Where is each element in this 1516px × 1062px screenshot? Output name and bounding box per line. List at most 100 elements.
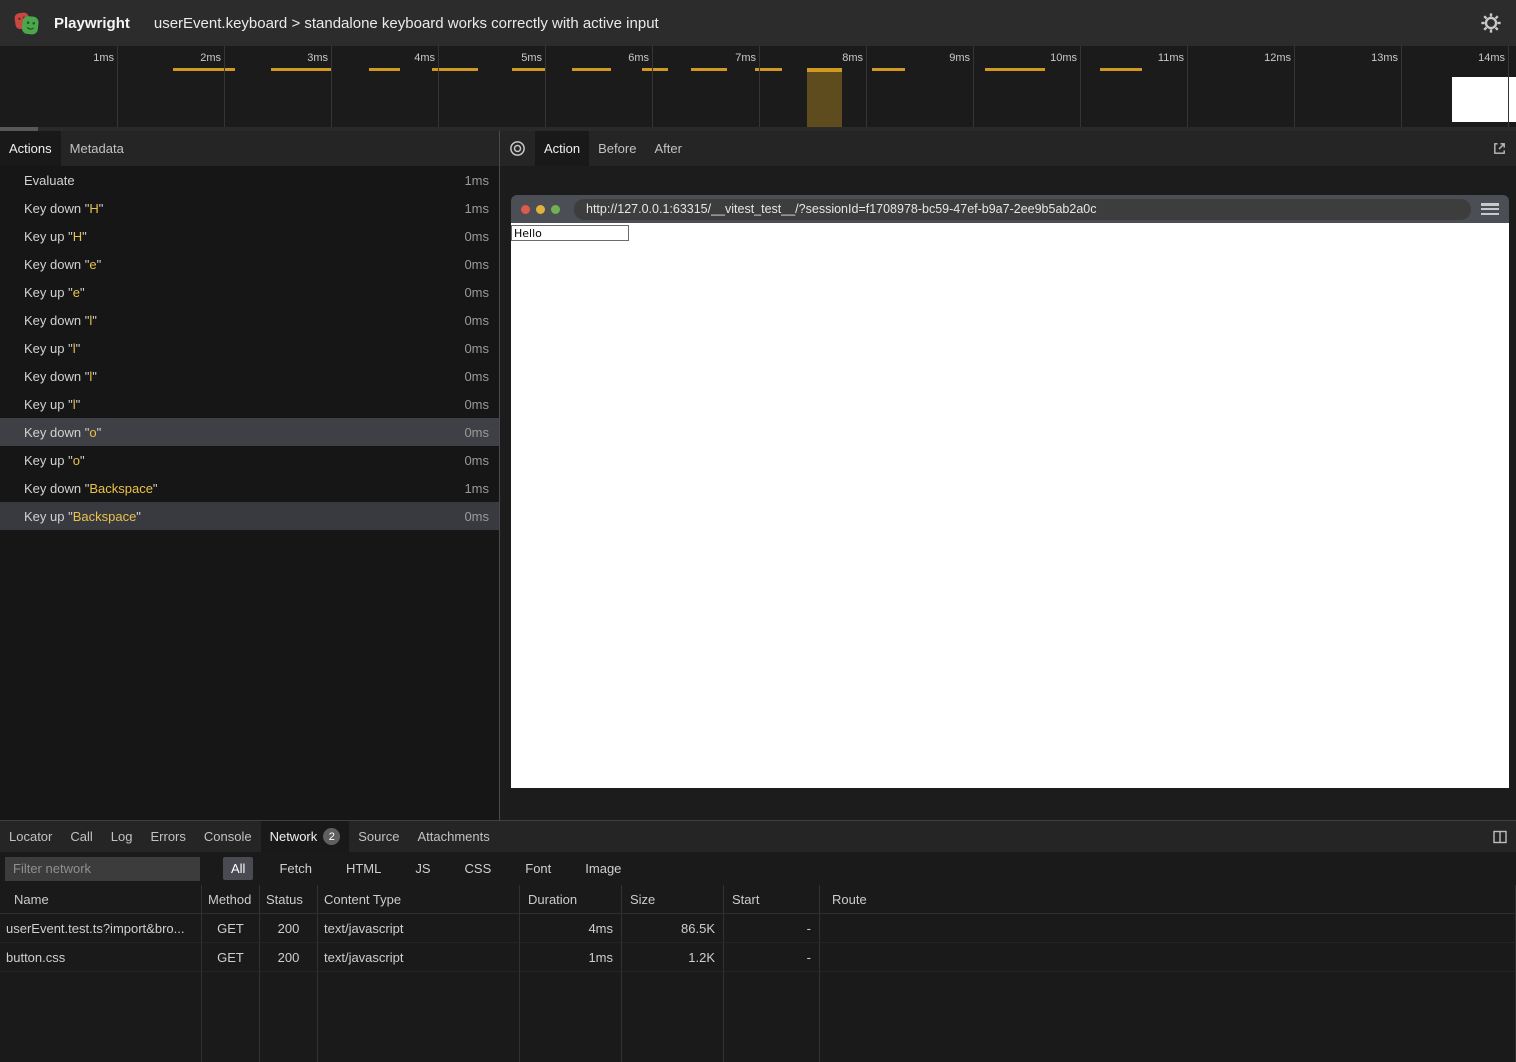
timeline-selected-action-bar	[807, 68, 842, 129]
timeline-gridline	[759, 46, 760, 127]
column-header[interactable]: Status	[260, 885, 318, 914]
chip-font[interactable]: Font	[517, 857, 559, 880]
network-count-badge: 2	[323, 828, 340, 845]
settings-gear-icon[interactable]	[1480, 11, 1504, 35]
tab-action[interactable]: Action	[535, 131, 589, 166]
column-header[interactable]: Duration	[520, 885, 622, 914]
timeline-gridline	[652, 46, 653, 127]
action-row[interactable]: Key up "o"0ms	[0, 446, 499, 474]
timeline-gridline	[1080, 46, 1081, 127]
column-header[interactable]: Name	[0, 885, 202, 914]
timeline-action-marker	[572, 68, 611, 71]
action-duration: 0ms	[464, 453, 489, 468]
table-row-cell[interactable]: -	[724, 943, 820, 972]
action-row[interactable]: Key up "l"0ms	[0, 334, 499, 362]
tab-actions[interactable]: Actions	[0, 131, 61, 166]
action-row[interactable]: Key down "e"0ms	[0, 250, 499, 278]
timeline-tick-label: 10ms	[1019, 52, 1077, 64]
table-row-cell[interactable]: userEvent.test.ts?import&bro...	[0, 914, 202, 943]
tab-metadata[interactable]: Metadata	[61, 131, 133, 166]
table-row-cell[interactable]	[820, 914, 1516, 943]
table-row-cell[interactable]: 1ms	[520, 943, 622, 972]
timeline-gridline	[438, 46, 439, 127]
tab-before[interactable]: Before	[589, 131, 645, 166]
action-row[interactable]: Evaluate1ms	[0, 166, 499, 194]
table-row-cell[interactable]: text/javascript	[318, 943, 520, 972]
table-row-cell[interactable]: GET	[202, 943, 260, 972]
timeline-action-marker	[271, 68, 332, 71]
playwright-logo	[12, 8, 42, 38]
app-name: Playwright	[54, 15, 130, 32]
timeline-action-marker	[1100, 68, 1142, 71]
timeline-tick-label: 13ms	[1340, 52, 1398, 64]
column-header[interactable]: Content Type	[318, 885, 520, 914]
open-snapshot-external-icon[interactable]	[1483, 131, 1516, 166]
action-duration: 0ms	[464, 229, 489, 244]
toggle-columns-icon[interactable]	[1484, 821, 1516, 852]
table-row-cell[interactable]: 200	[260, 943, 318, 972]
pick-locator-target-icon[interactable]	[500, 131, 535, 166]
action-row-hovered[interactable]: Key down "o"0ms	[0, 418, 499, 446]
action-row[interactable]: Key up "e"0ms	[0, 278, 499, 306]
action-row[interactable]: Key down "H"1ms	[0, 194, 499, 222]
action-duration: 0ms	[464, 369, 489, 384]
column-header[interactable]: Route	[820, 885, 1516, 914]
action-row-selected[interactable]: Key up "Backspace"0ms	[0, 502, 499, 530]
timeline-tick-label: 9ms	[912, 52, 970, 64]
table-row-cell[interactable]: -	[724, 914, 820, 943]
table-row-cell[interactable]	[820, 943, 1516, 972]
action-duration: 0ms	[464, 285, 489, 300]
action-row[interactable]: Key down "Backspace"1ms	[0, 474, 499, 502]
bottom-tabbar: Locator Call Log Errors Console Network …	[0, 821, 1516, 852]
tab-log[interactable]: Log	[102, 821, 142, 852]
tab-console[interactable]: Console	[195, 821, 261, 852]
tab-locator[interactable]: Locator	[0, 821, 61, 852]
tab-call[interactable]: Call	[61, 821, 101, 852]
browser-menu-icon[interactable]	[1481, 203, 1499, 215]
timeline-tick-label: 1ms	[56, 52, 114, 64]
action-row[interactable]: Key down "l"0ms	[0, 306, 499, 334]
tab-source[interactable]: Source	[349, 821, 408, 852]
tab-after[interactable]: After	[645, 131, 690, 166]
timeline-gridline	[117, 46, 118, 127]
hello-input[interactable]	[511, 225, 629, 241]
action-duration: 0ms	[464, 313, 489, 328]
timeline-tick-label: 8ms	[805, 52, 863, 64]
tab-errors[interactable]: Errors	[141, 821, 194, 852]
column-header[interactable]: Start	[724, 885, 820, 914]
timeline-action-marker	[512, 68, 545, 71]
chip-js[interactable]: JS	[407, 857, 438, 880]
chip-fetch[interactable]: Fetch	[271, 857, 320, 880]
actions-panel: Actions Metadata Evaluate1ms Key down "H…	[0, 131, 500, 820]
network-filter-chips: All Fetch HTML JS CSS Font Image	[214, 857, 638, 880]
timeline-tick-label: 11ms	[1126, 52, 1184, 64]
action-list: Evaluate1ms Key down "H"1ms Key up "H"0m…	[0, 166, 499, 820]
network-table: Name Method Status Content Type Duration…	[0, 885, 1516, 1062]
timeline-tick-label: 5ms	[484, 52, 542, 64]
table-row-cell[interactable]: 86.5K	[622, 914, 724, 943]
table-row-cell[interactable]: GET	[202, 914, 260, 943]
chip-html[interactable]: HTML	[338, 857, 389, 880]
timeline-gridline	[1187, 46, 1188, 127]
column-header[interactable]: Size	[622, 885, 724, 914]
table-row-cell[interactable]: 200	[260, 914, 318, 943]
timeline-action-marker	[369, 68, 400, 71]
timeline[interactable]: 14ms13ms12ms11ms10ms9ms8ms7ms6ms5ms4ms3m…	[0, 46, 1516, 131]
action-duration: 0ms	[464, 397, 489, 412]
chip-image[interactable]: Image	[577, 857, 629, 880]
table-row-cell[interactable]: 1.2K	[622, 943, 724, 972]
chip-css[interactable]: CSS	[457, 857, 500, 880]
action-duration: 0ms	[464, 425, 489, 440]
action-row[interactable]: Key up "H"0ms	[0, 222, 499, 250]
action-row[interactable]: Key up "l"0ms	[0, 390, 499, 418]
tab-attachments[interactable]: Attachments	[408, 821, 498, 852]
action-row[interactable]: Key down "l"0ms	[0, 362, 499, 390]
tab-network[interactable]: Network 2	[261, 821, 350, 852]
table-row-cell[interactable]: button.css	[0, 943, 202, 972]
table-row-cell[interactable]: 4ms	[520, 914, 622, 943]
action-duration: 1ms	[464, 173, 489, 188]
chip-all[interactable]: All	[223, 857, 253, 880]
network-filter-input[interactable]	[5, 857, 200, 881]
table-row-cell[interactable]: text/javascript	[318, 914, 520, 943]
column-header[interactable]: Method	[202, 885, 260, 914]
